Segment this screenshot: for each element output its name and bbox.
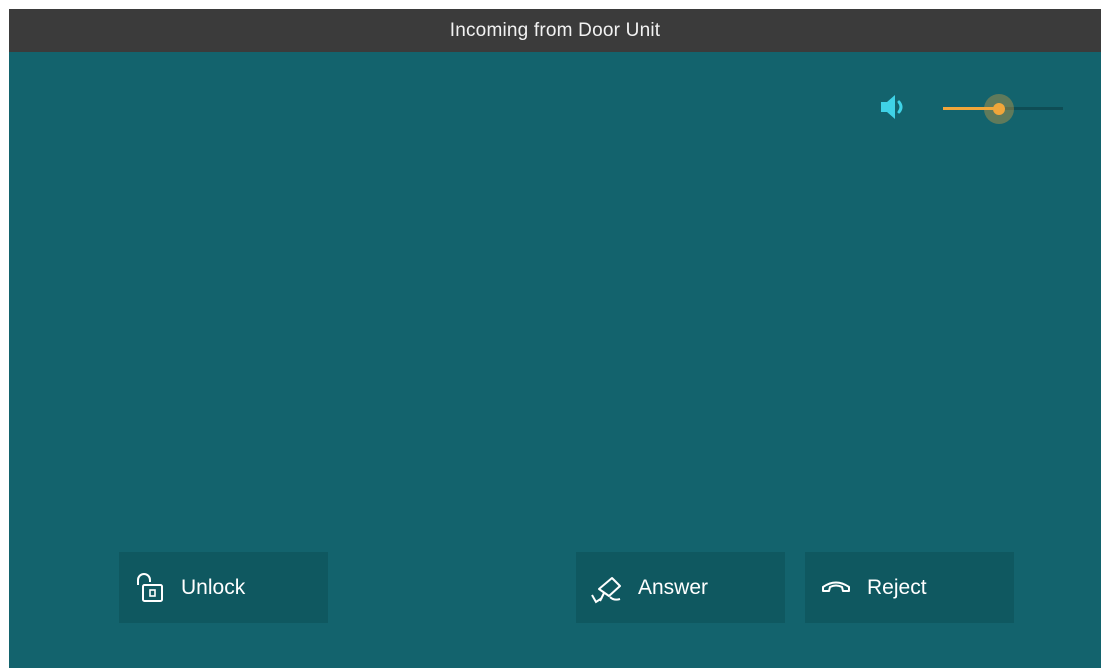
volume-slider[interactable]: [943, 94, 1063, 124]
page-title: Incoming from Door Unit: [9, 9, 1101, 52]
unlock-button[interactable]: Unlock: [119, 552, 328, 623]
reject-button[interactable]: Reject: [805, 552, 1014, 623]
reject-button-label: Reject: [867, 575, 927, 599]
answer-button-label: Answer: [638, 575, 709, 599]
answer-button[interactable]: Answer: [576, 552, 785, 623]
call-screen: Incoming from Door Unit Unlock Answer Re…: [9, 9, 1101, 668]
speaker-icon[interactable]: [879, 92, 909, 122]
unlock-icon: [133, 571, 167, 605]
volume-slider-handle[interactable]: [984, 94, 1014, 124]
unlock-button-label: Unlock: [181, 575, 246, 599]
hang-up-icon: [819, 571, 853, 605]
camera-icon: [590, 571, 624, 605]
volume-control: [879, 88, 1069, 128]
